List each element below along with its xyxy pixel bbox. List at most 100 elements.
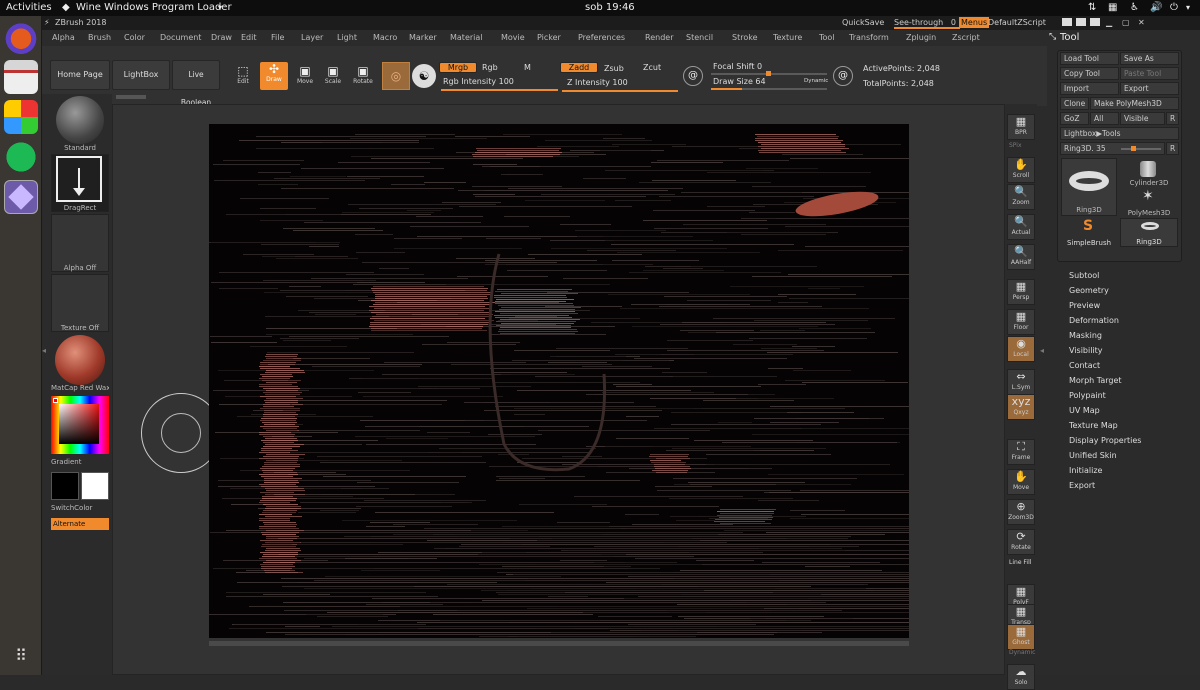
menu-document[interactable]: Document: [160, 33, 201, 42]
goz-all-button[interactable]: All: [1090, 112, 1119, 125]
document-viewport[interactable]: [112, 104, 1005, 675]
zbrush-icon[interactable]: [4, 180, 38, 214]
make-polymesh-button[interactable]: Make PolyMesh3D: [1090, 97, 1179, 110]
focal-shift-slider[interactable]: Focal Shift 0: [713, 62, 762, 71]
load-tool-button[interactable]: Load Tool: [1060, 52, 1119, 65]
rs-bpr[interactable]: ▦ BPR: [1007, 114, 1035, 140]
rs-solo[interactable]: ☁ Solo: [1007, 664, 1035, 690]
color-marker[interactable]: [53, 398, 58, 403]
section-morph-target[interactable]: Morph Target: [1069, 376, 1122, 385]
goz-r-button[interactable]: R: [1166, 112, 1179, 125]
zsub-button[interactable]: Zsub: [604, 64, 624, 73]
section-preview[interactable]: Preview: [1069, 301, 1100, 310]
rs-ghost[interactable]: ▦ Ghost: [1007, 624, 1035, 650]
draw-size-track[interactable]: [711, 88, 827, 90]
rs-rotate[interactable]: ⟳ Rotate: [1007, 529, 1035, 555]
app-menu-label[interactable]: Wine Windows Program Loader: [76, 2, 232, 13]
rgb-intensity-slider[interactable]: Rgb Intensity 100: [443, 77, 514, 86]
color-picker[interactable]: [51, 396, 109, 454]
layout-icon[interactable]: [1076, 18, 1086, 26]
section-geometry[interactable]: Geometry: [1069, 286, 1109, 295]
rs-qxyz[interactable]: xyz Qxyz: [1007, 394, 1035, 420]
home-page-button[interactable]: Home Page: [50, 60, 110, 90]
alternate-button[interactable]: Alternate: [51, 518, 109, 530]
section-uv-map[interactable]: UV Map: [1069, 406, 1100, 415]
menu-tool[interactable]: Tool: [819, 33, 835, 42]
section-masking[interactable]: Masking: [1069, 331, 1102, 340]
canvas[interactable]: [209, 124, 909, 638]
maximize-icon[interactable]: ▢: [1122, 18, 1130, 27]
export-button[interactable]: Export: [1120, 82, 1179, 95]
rs-l-sym[interactable]: ⇔ L.Sym: [1007, 369, 1035, 395]
sculpt-mode-button[interactable]: ☯: [412, 64, 436, 88]
section-initialize[interactable]: Initialize: [1069, 466, 1102, 475]
ring3d-tool-thumb[interactable]: Ring3D: [1061, 158, 1117, 216]
network-icon[interactable]: ⇅: [1088, 2, 1096, 13]
menu-movie[interactable]: Movie: [501, 33, 525, 42]
rs-line-fill[interactable]: Line Fill: [1009, 559, 1031, 566]
accessibility-icon[interactable]: ♿: [1130, 2, 1139, 13]
dynamic-toggle[interactable]: Dynamic: [804, 78, 828, 84]
close-icon[interactable]: ✕: [1138, 18, 1145, 27]
rs-zoom3d[interactable]: ⊕ Zoom3D: [1007, 499, 1035, 525]
menu-render[interactable]: Render: [645, 33, 673, 42]
clock[interactable]: sob 19:46: [585, 2, 635, 13]
rgb-button[interactable]: Rgb: [482, 63, 498, 72]
draw-button[interactable]: ✣ Draw: [260, 62, 288, 90]
menu-preferences[interactable]: Preferences: [578, 33, 625, 42]
menu-light[interactable]: Light: [337, 33, 357, 42]
simplebrush-tool-thumb[interactable]: S SimpleBrush: [1061, 218, 1117, 247]
focal-shift-knob[interactable]: [766, 71, 771, 76]
cylinder3d-tool-thumb[interactable]: Cylinder3D: [1120, 158, 1178, 187]
material-swatch-button[interactable]: ◎: [382, 62, 410, 90]
section-visibility[interactable]: Visibility: [1069, 346, 1103, 355]
firefox-icon[interactable]: [4, 20, 38, 54]
spotify-icon[interactable]: [4, 140, 38, 174]
rs-scroll[interactable]: ✋ Scroll: [1007, 157, 1035, 183]
move-button[interactable]: ▣ Move: [292, 64, 318, 90]
lightbox-button[interactable]: LightBox: [112, 60, 170, 90]
mrgb-button[interactable]: Mrgb: [439, 62, 477, 73]
menu-edit[interactable]: Edit: [241, 33, 257, 42]
zadd-button[interactable]: Zadd: [560, 62, 598, 73]
default-zscript-button[interactable]: DefaultZScript: [988, 18, 1046, 27]
focal-shift-track[interactable]: [711, 71, 827, 76]
rs-local[interactable]: ◉ Local: [1007, 336, 1035, 362]
section-subtool[interactable]: Subtool: [1069, 271, 1099, 280]
menu-macro[interactable]: Macro: [373, 33, 397, 42]
menu-zplugin[interactable]: Zplugin: [906, 33, 936, 42]
menu-picker[interactable]: Picker: [537, 33, 561, 42]
paste-tool-button[interactable]: Paste Tool: [1120, 67, 1179, 80]
import-button[interactable]: Import: [1060, 82, 1119, 95]
shelf-divider[interactable]: [116, 95, 146, 99]
chevron-down-icon[interactable]: ▾: [218, 3, 222, 12]
menus-button[interactable]: Menus: [959, 17, 990, 28]
ring3d-tool-thumb-2[interactable]: Ring3D: [1120, 218, 1178, 247]
layout-icon[interactable]: [1090, 18, 1100, 26]
draw-size-slider[interactable]: Draw Size 64: [713, 77, 766, 86]
menu-layer[interactable]: Layer: [301, 33, 323, 42]
menu-marker[interactable]: Marker: [409, 33, 437, 42]
volume-icon[interactable]: 🔊: [1150, 2, 1162, 13]
rs-aahalf[interactable]: 🔍 AAHalf: [1007, 244, 1035, 270]
rs-floor[interactable]: ▦ Floor: [1007, 309, 1035, 335]
goz-visible-button[interactable]: Visible: [1120, 112, 1165, 125]
menu-file[interactable]: File: [271, 33, 284, 42]
secondary-color-swatch[interactable]: [81, 472, 109, 500]
current-tool-slider[interactable]: Ring3D. 35: [1060, 142, 1165, 155]
tool-palette-title[interactable]: Tool: [1060, 32, 1079, 43]
menu-zscript[interactable]: Zscript: [952, 33, 980, 42]
menu-stroke[interactable]: Stroke: [732, 33, 758, 42]
lightbox-tools-button[interactable]: Lightbox▶Tools: [1060, 127, 1179, 140]
zcut-button[interactable]: Zcut: [643, 63, 661, 72]
z-intensity-slider[interactable]: Z Intensity 100: [567, 78, 628, 87]
menu-alpha[interactable]: Alpha: [52, 33, 75, 42]
section-texture-map[interactable]: Texture Map: [1069, 421, 1118, 430]
menu-material[interactable]: Material: [450, 33, 483, 42]
section-deformation[interactable]: Deformation: [1069, 316, 1119, 325]
picasa-icon[interactable]: [4, 100, 38, 134]
copy-tool-button[interactable]: Copy Tool: [1060, 67, 1119, 80]
m-button[interactable]: M: [524, 63, 531, 72]
rs-dynamic[interactable]: Dynamic: [1009, 649, 1035, 656]
tool-palette-pin-icon[interactable]: ⤡: [1049, 32, 1056, 42]
